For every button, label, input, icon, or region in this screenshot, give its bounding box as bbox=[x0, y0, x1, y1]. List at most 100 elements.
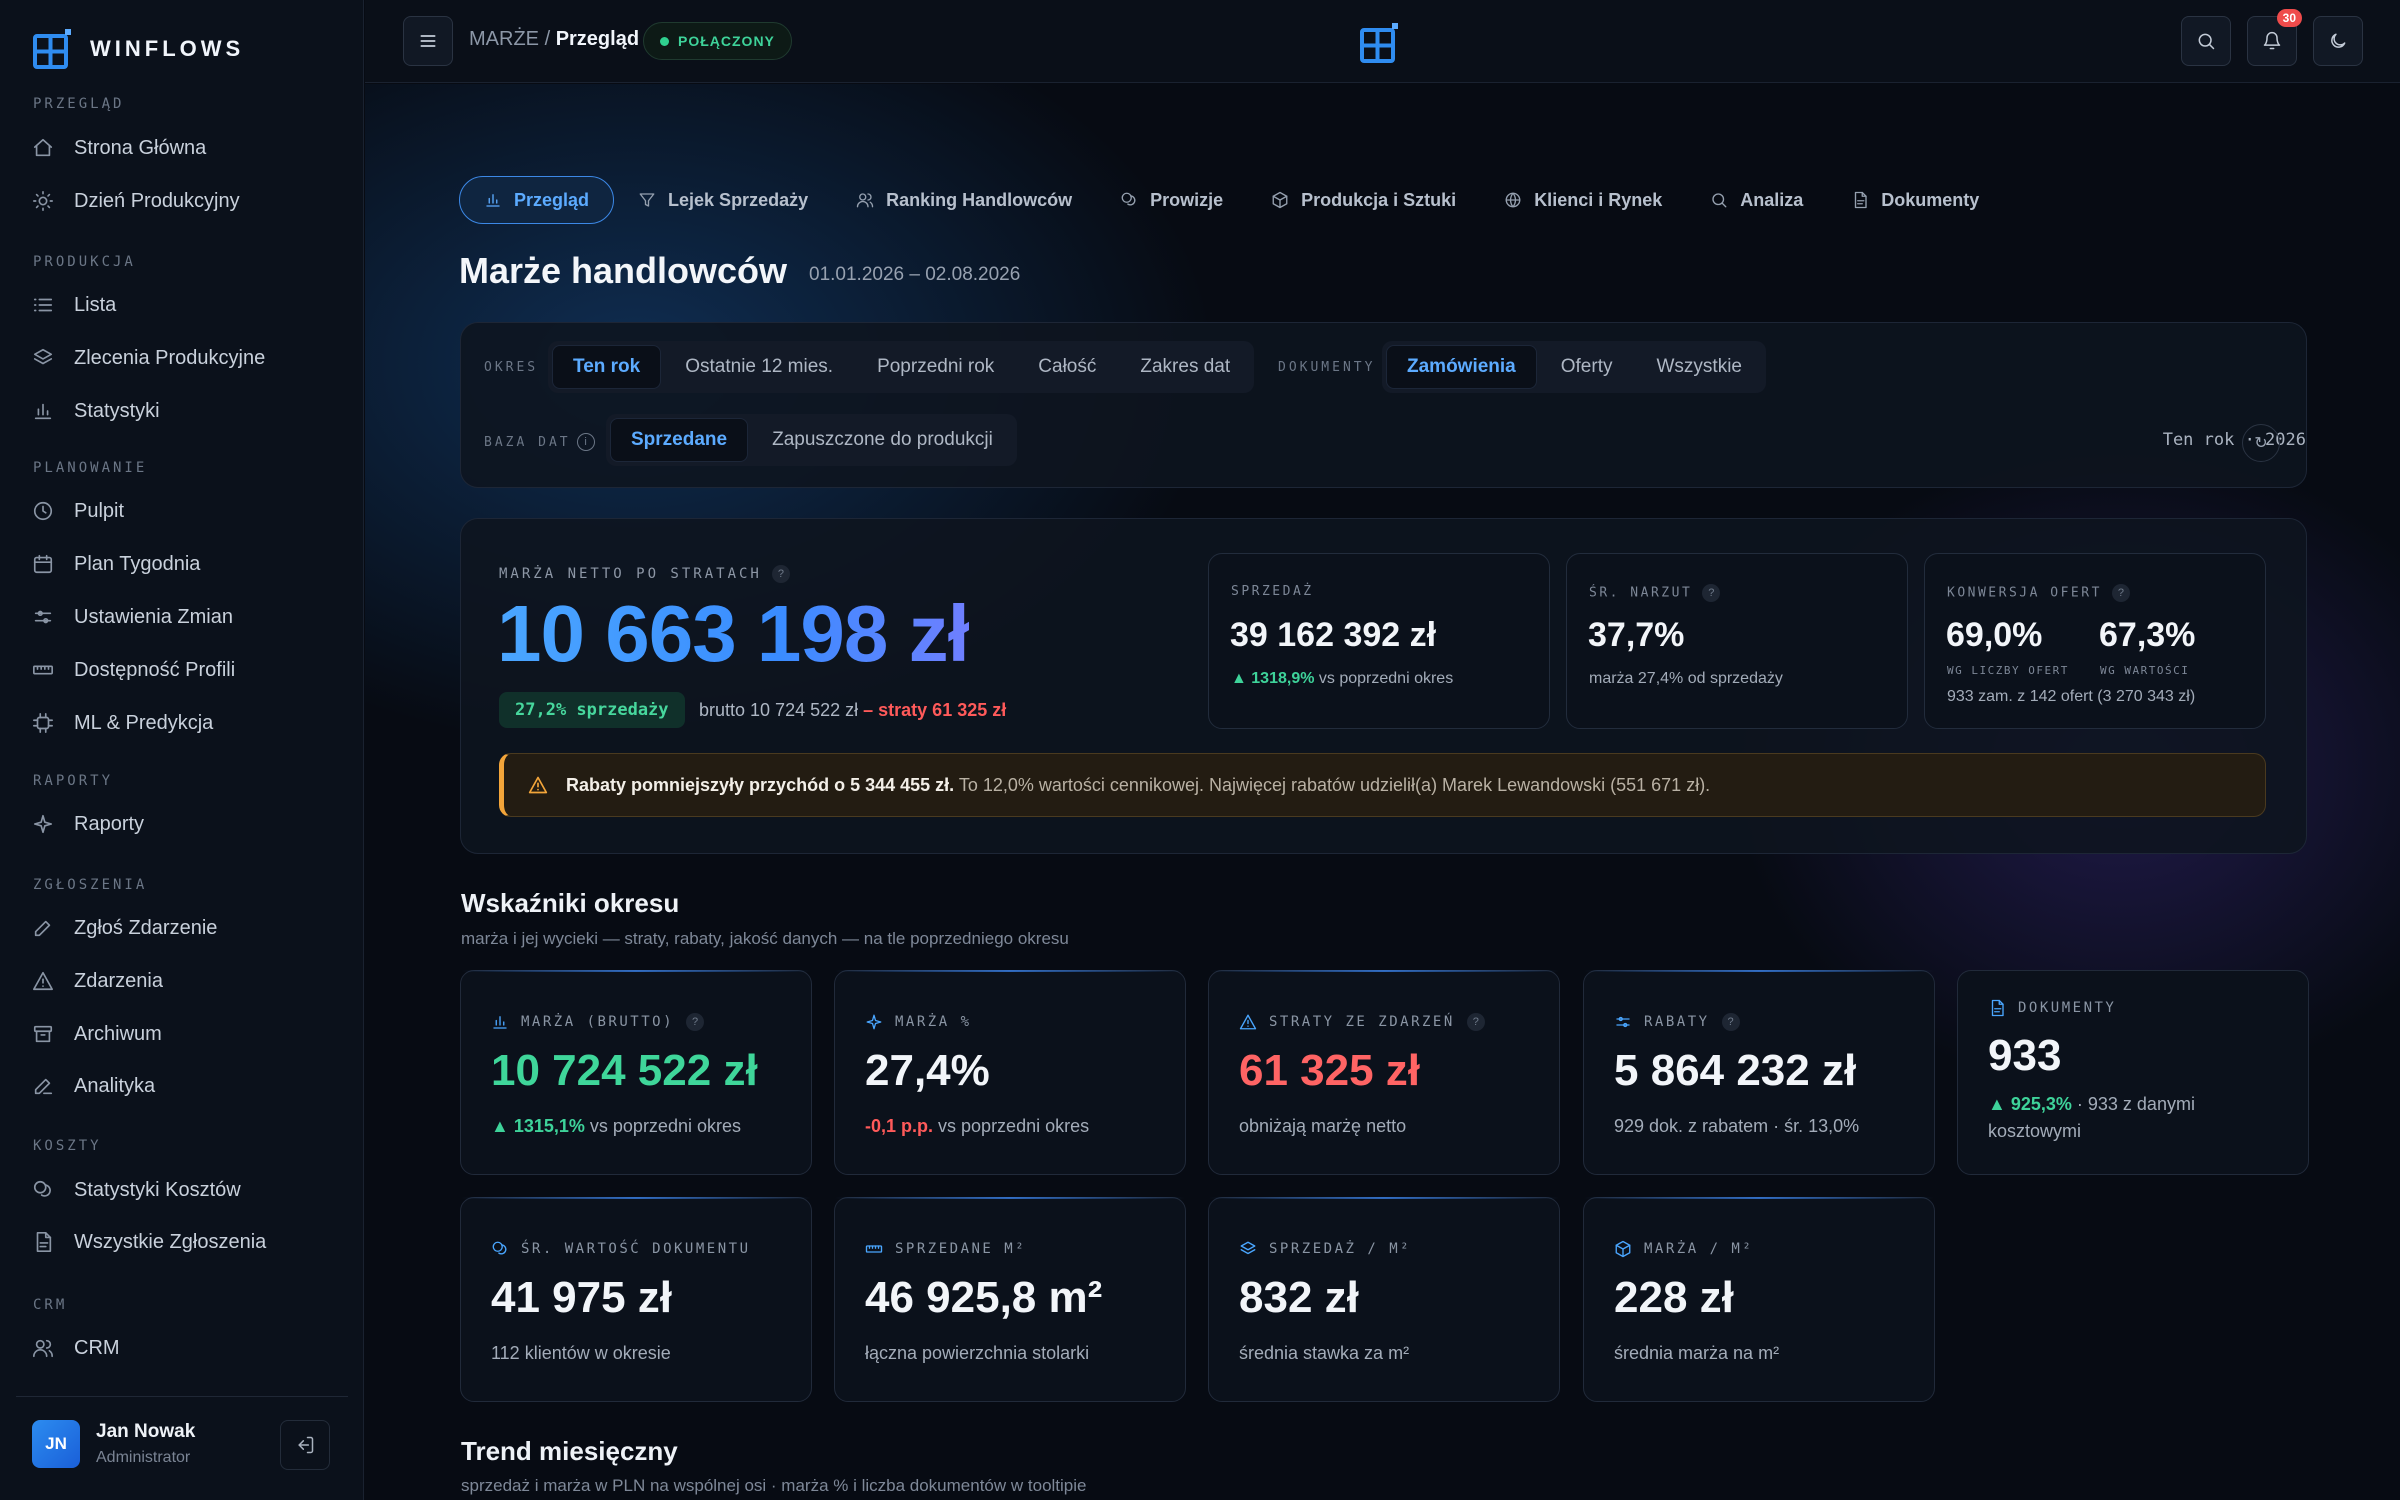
sidebar-item-pulpit[interactable]: Pulpit bbox=[32, 489, 342, 533]
indicator-card: MARŻA (BRUTTO)? 10 724 522 zł ▲ 1315,1% vs… bbox=[460, 970, 812, 1175]
logout-button[interactable] bbox=[280, 1420, 330, 1470]
file-icon bbox=[1991, 999, 2004, 1017]
period-option[interactable]: Zakres dat bbox=[1120, 345, 1250, 389]
sidebar-item-strona-główna[interactable]: Strona Główna bbox=[32, 126, 342, 170]
sidebar-item-ml-predykcja[interactable]: ML & Predykcja bbox=[32, 701, 342, 745]
tab-produkcja-i-sztuki[interactable]: Produkcja i Sztuki bbox=[1247, 176, 1480, 224]
breadcrumb: MARŻE / Przegląd bbox=[469, 28, 639, 51]
hero-value: 10 663 198 zł bbox=[497, 589, 970, 678]
sidebar-item-lista[interactable]: Lista bbox=[32, 283, 342, 327]
sidebar-item-label: CRM bbox=[74, 1336, 120, 1359]
database-option[interactable]: Zapuszczone do produkcji bbox=[752, 418, 1013, 462]
status-dot-icon bbox=[660, 36, 669, 46]
card-value: 41 975 zł bbox=[491, 1273, 673, 1322]
list-icon bbox=[33, 298, 53, 312]
tab-przegląd[interactable]: Przegląd bbox=[459, 176, 615, 224]
sidebar-item-crm[interactable]: CRM bbox=[32, 1326, 342, 1370]
sidebar-item-raporty[interactable]: Raporty bbox=[32, 802, 342, 846]
help-icon[interactable]: ? bbox=[1702, 584, 1721, 602]
card-label-text: RABATY bbox=[1644, 1014, 1710, 1030]
card-subtext: ▲ 1315,1% vs poprzedni okres bbox=[491, 1113, 791, 1140]
tab-prowizje[interactable]: Prowizje bbox=[1096, 176, 1247, 224]
documents-option[interactable]: Oferty bbox=[1541, 345, 1633, 389]
sidebar-item-ustawienia-zmian[interactable]: Ustawienia Zmian bbox=[32, 595, 342, 639]
bar-chart-icon bbox=[34, 403, 52, 420]
sidebar-item-statystyki[interactable]: Statystyki bbox=[32, 389, 342, 433]
period-option[interactable]: Całość bbox=[1018, 345, 1116, 389]
card-label: MARŻA % bbox=[865, 1013, 972, 1031]
documents-segmented-control: Zamówienia Oferty Wszystkie bbox=[1382, 341, 1766, 393]
documents-option[interactable]: Zamówienia bbox=[1386, 345, 1537, 389]
search-button[interactable] bbox=[2181, 16, 2231, 66]
help-icon[interactable]: ? bbox=[771, 565, 790, 583]
brand[interactable]: WINFLOWS bbox=[32, 28, 244, 70]
tab-analiza[interactable]: Analiza bbox=[1686, 176, 1827, 224]
stat-caption-by-value: WG WARTOŚCI bbox=[2100, 664, 2190, 677]
tab-label: Ranking Handlowców bbox=[886, 189, 1073, 210]
user-profile[interactable]: JN Jan Nowak Administrator bbox=[32, 1420, 195, 1468]
card-value: 228 zł bbox=[1614, 1273, 1734, 1322]
theme-toggle-button[interactable] bbox=[2313, 16, 2363, 66]
period-option[interactable]: Ten rok bbox=[552, 345, 662, 389]
center-logo-icon[interactable] bbox=[1359, 22, 1401, 64]
tab-label: Przegląd bbox=[514, 189, 590, 210]
card-subtext: -0,1 p.p. vs poprzedni okres bbox=[865, 1113, 1165, 1140]
breadcrumb-separator: / bbox=[544, 28, 551, 50]
sidebar-item-analityka[interactable]: Analityka bbox=[32, 1064, 342, 1108]
documents-filter-label: DOKUMENTY bbox=[1278, 360, 1376, 375]
tab-klienci-i-rynek[interactable]: Klienci i Rynek bbox=[1480, 176, 1686, 224]
sidebar-item-wszystkie-zgłoszenia[interactable]: Wszystkie Zgłoszenia bbox=[32, 1220, 342, 1264]
menu-toggle-button[interactable] bbox=[403, 16, 453, 66]
period-option[interactable]: Ostatnie 12 mies. bbox=[665, 345, 853, 389]
sidebar-item-dostępność-profili[interactable]: Dostępność Profili bbox=[32, 648, 342, 692]
refresh-button[interactable]: ↻ bbox=[2242, 424, 2280, 462]
documents-option[interactable]: Wszystkie bbox=[1636, 345, 1762, 389]
calendar-icon bbox=[33, 554, 53, 574]
sparkle-icon bbox=[866, 1014, 882, 1030]
sidebar-item-archiwum[interactable]: Archiwum bbox=[32, 1012, 342, 1056]
sidebar: WINFLOWS PRZEGLĄD Strona Główna Dzień Prod… bbox=[0, 0, 364, 1500]
clock-icon bbox=[33, 501, 53, 521]
card-subtext: średnia stawka za m² bbox=[1239, 1343, 1410, 1363]
coins-icon bbox=[492, 1241, 507, 1255]
indicator-card: SPRZEDANE M² 46 925,8 m² łączna powierzchn… bbox=[834, 1197, 1186, 1402]
help-icon[interactable]: ? bbox=[1466, 1013, 1485, 1031]
sidebar-divider bbox=[16, 1396, 348, 1397]
sidebar-item-zlecenia-produkcyjne[interactable]: Zlecenia Produkcyjne bbox=[32, 336, 342, 380]
period-option[interactable]: Poprzedni rok bbox=[857, 345, 1014, 389]
database-filter-label-text: BAZA DAT bbox=[484, 434, 571, 450]
tab-dokumenty[interactable]: Dokumenty bbox=[1827, 176, 2003, 224]
sidebar-item-dzień-produkcyjny[interactable]: Dzień Produkcyjny bbox=[32, 179, 342, 223]
card-label-text: SPRZEDAŻ / M² bbox=[1269, 1241, 1412, 1257]
pen-icon bbox=[34, 920, 51, 937]
stat-subtext: marża 27,4% od sprzedaży bbox=[1589, 670, 1783, 687]
indicator-card: DOKUMENTY 933 ▲ 925,3% · 933 z danymi kosz… bbox=[1957, 970, 2309, 1175]
hero-share-pill: 27,2% sprzedaży bbox=[499, 692, 685, 728]
discount-warning-banner: Rabaty pomniejszyły przychód o 5 344 455… bbox=[499, 753, 2266, 817]
info-icon[interactable]: i bbox=[576, 433, 595, 451]
archive-icon bbox=[33, 1025, 53, 1043]
sidebar-item-label: Analityka bbox=[74, 1074, 156, 1097]
nav-section-title: RAPORTY bbox=[33, 773, 114, 789]
help-icon[interactable]: ? bbox=[686, 1013, 705, 1031]
notifications-button[interactable]: 30 bbox=[2247, 9, 2302, 66]
sidebar-item-plan-tygodnia[interactable]: Plan Tygodnia bbox=[32, 542, 342, 586]
indicator-card: RABATY? 5 864 232 zł 929 dok. z rabatem · … bbox=[1583, 970, 1935, 1175]
sidebar-item-label: Pulpit bbox=[74, 499, 125, 522]
help-icon[interactable]: ? bbox=[1721, 1013, 1740, 1031]
stat-value-by-value: 67,3% bbox=[2099, 616, 2196, 654]
sidebar-item-statystyki-kosztów[interactable]: Statystyki Kosztów bbox=[32, 1168, 342, 1212]
tab-label: Lejek Sprzedaży bbox=[668, 189, 809, 210]
database-option[interactable]: Sprzedane bbox=[610, 418, 749, 462]
sidebar-item-label: Wszystkie Zgłoszenia bbox=[74, 1230, 267, 1253]
card-label-text: SPRZEDANE M² bbox=[895, 1241, 1027, 1257]
tab-ranking-handlowców[interactable]: Ranking Handlowców bbox=[832, 176, 1096, 224]
help-icon[interactable]: ? bbox=[2111, 584, 2130, 602]
tab-lejek-sprzedaży[interactable]: Lejek Sprzedaży bbox=[614, 176, 832, 224]
breadcrumb-parent[interactable]: MARŻE bbox=[469, 28, 539, 50]
ruler-icon bbox=[865, 1245, 883, 1253]
indicator-card: STRATY ZE ZDARZEŃ? 61 325 zł obniżają marż… bbox=[1208, 970, 1560, 1175]
sidebar-item-zgłoś-zdarzenie[interactable]: Zgłoś Zdarzenie bbox=[32, 906, 342, 950]
logo-icon bbox=[33, 29, 71, 69]
sidebar-item-zdarzenia[interactable]: Zdarzenia bbox=[32, 959, 342, 1003]
